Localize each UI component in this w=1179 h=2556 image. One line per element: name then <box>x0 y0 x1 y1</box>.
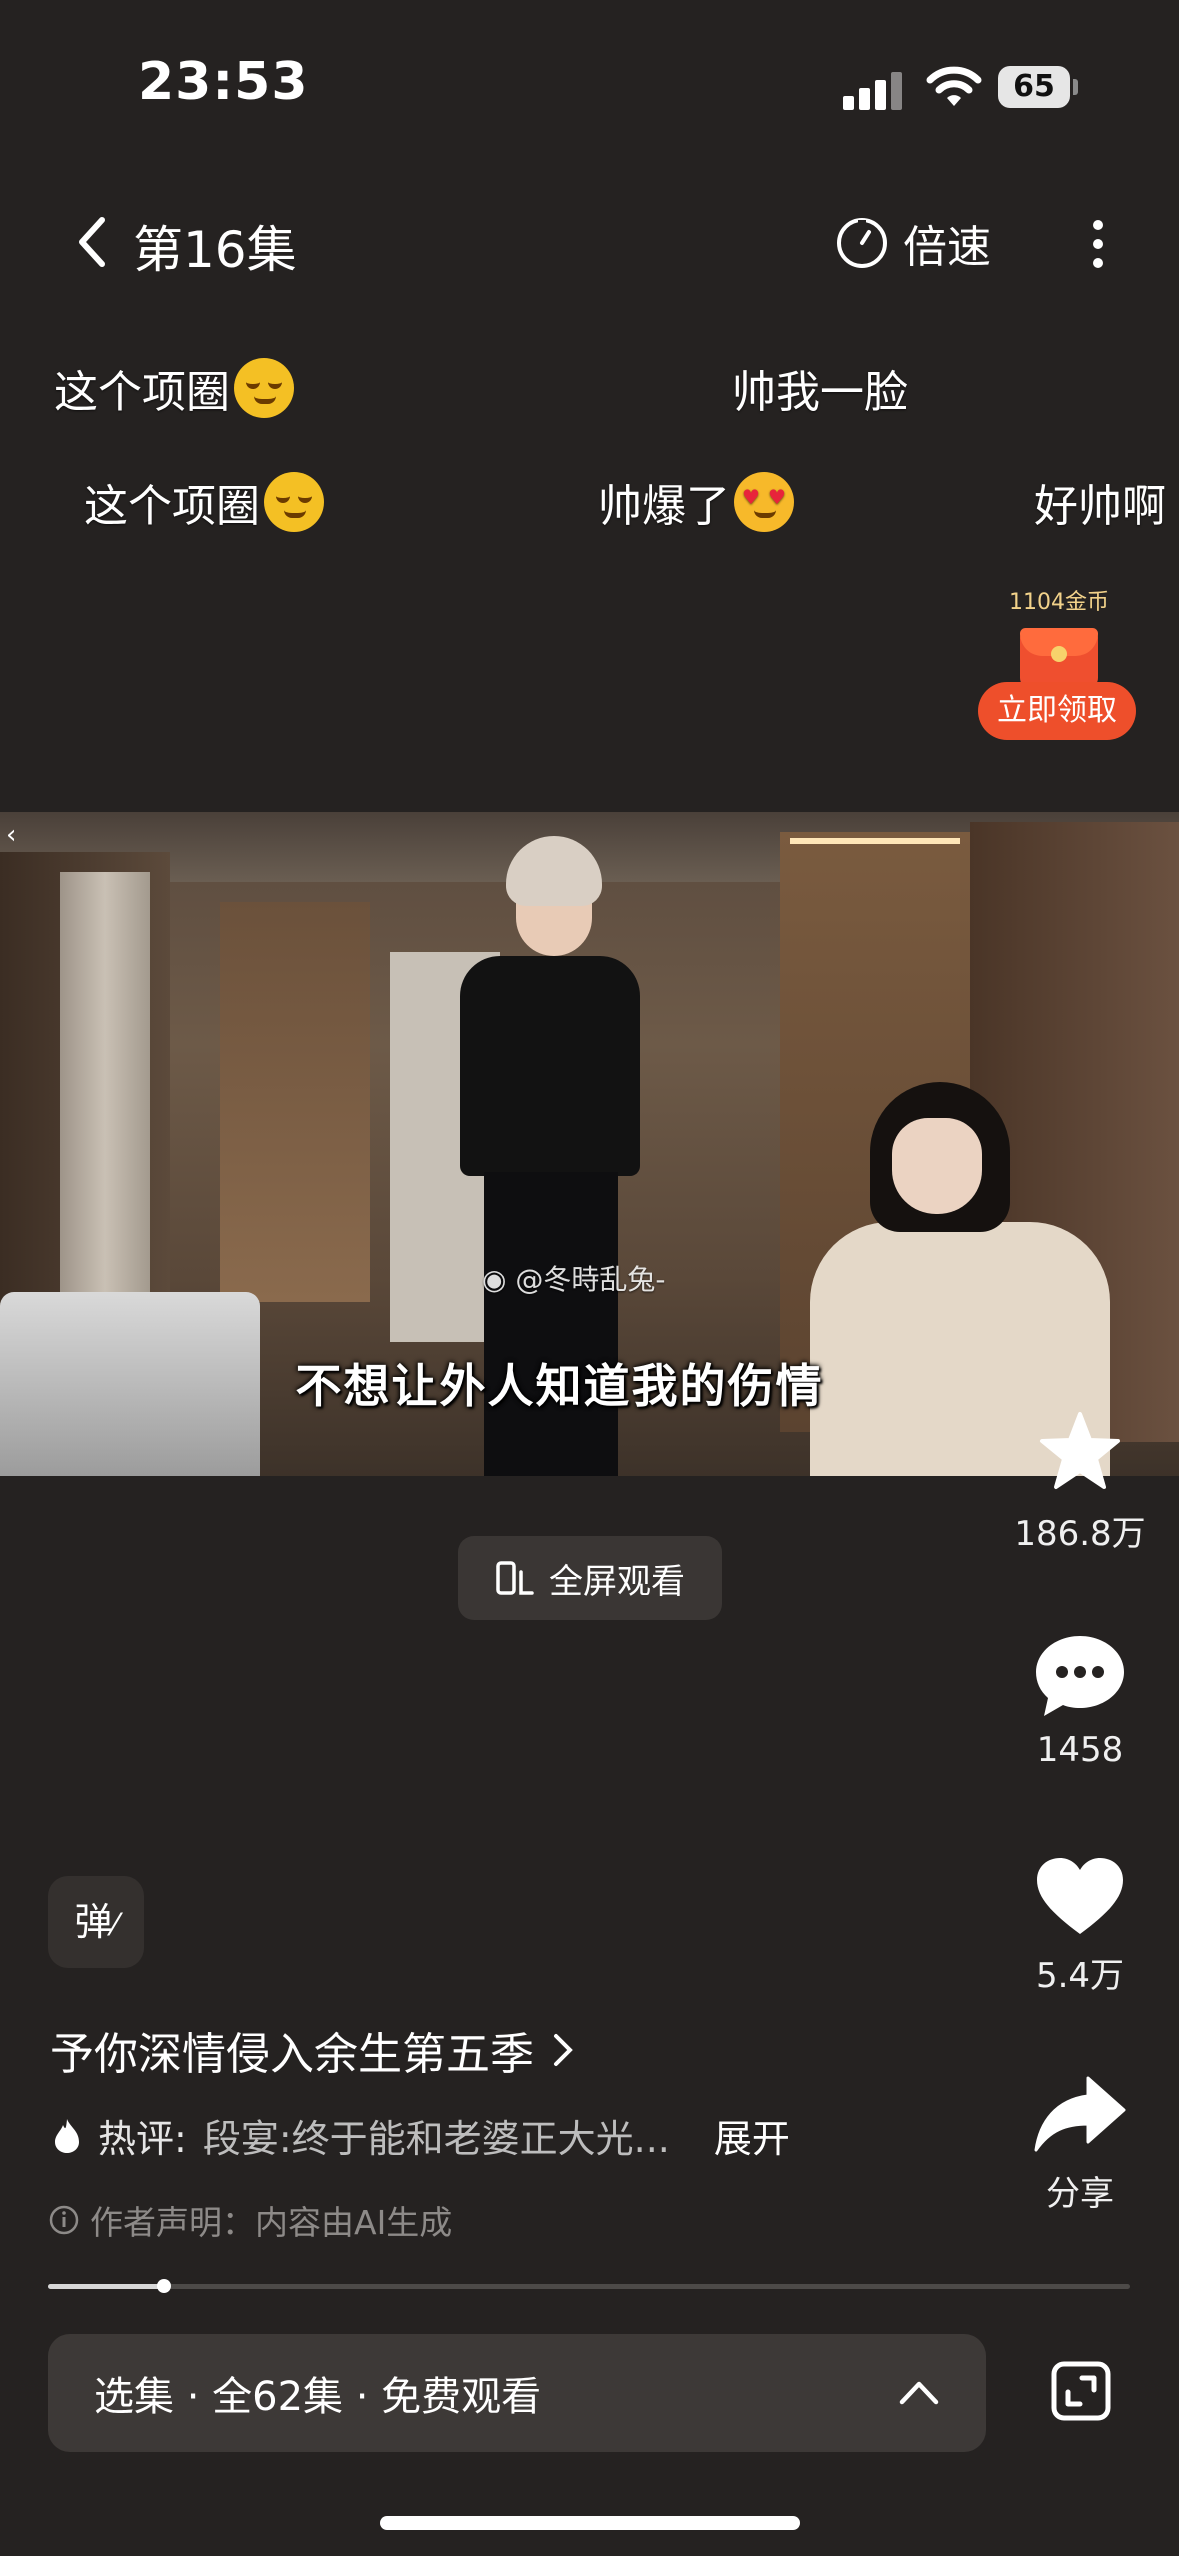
picture-in-picture-icon <box>1051 2361 1111 2421</box>
back-icon[interactable] <box>72 214 112 270</box>
cellular-signal-icon <box>843 70 905 110</box>
episode-title: 第16集 <box>133 221 297 279</box>
chevron-up-icon <box>899 2381 939 2405</box>
video-subtitle: 不想让外人知道我的伤情 <box>295 1359 824 1413</box>
more-options-icon[interactable] <box>1080 214 1116 274</box>
wifi-icon <box>925 62 983 110</box>
share-label: 分享 <box>1046 2174 1114 2214</box>
weibo-icon: ◉ <box>482 1263 507 1296</box>
red-envelope-icon <box>1020 628 1098 688</box>
battery-level: 65 <box>998 66 1070 108</box>
fullscreen-button[interactable]: 全屏观看 <box>458 1536 722 1620</box>
reward-coins: 1104金币 <box>1009 590 1109 615</box>
video-watermark: ◉ @冬時乱兔- <box>482 1263 666 1296</box>
coin-reward-widget[interactable]: 1104金币 立即领取 <box>978 584 1140 744</box>
ai-disclosure-text: 作者声明：内容由AI生成 <box>90 2203 453 2242</box>
sly-smile-emoji-icon <box>264 472 324 532</box>
share-button[interactable]: 分享 <box>1000 2074 1160 2215</box>
like-button[interactable]: 5.4万 <box>1000 1854 1160 1997</box>
favorite-button[interactable]: 186.8万 <box>1000 1408 1160 1555</box>
danmaku-comment: 帅我一脸 <box>732 367 908 418</box>
comment-button[interactable]: 1458 <box>1000 1632 1160 1770</box>
hot-comment-text: 段宴:终于能和老婆正大光... <box>202 2117 670 2161</box>
heart-eyes-emoji-icon: ♥ ♥ <box>734 472 794 532</box>
hot-comment-line[interactable]: 热评: 段宴:终于能和老婆正大光... 展开 <box>52 2108 790 2163</box>
comment-count: 1458 <box>1036 1730 1124 1770</box>
status-time: 23:53 <box>138 52 309 112</box>
picture-in-picture-button[interactable] <box>1048 2358 1114 2424</box>
episode-selector-label: 选集 · 全62集 · 免费观看 <box>94 2374 542 2420</box>
hot-comment-label: 热评: <box>98 2117 187 2161</box>
ai-disclosure: 作者声明：内容由AI生成 <box>48 2196 452 2244</box>
episode-selector[interactable]: 选集 · 全62集 · 免费观看 <box>48 2334 986 2452</box>
progress-fill <box>48 2284 164 2289</box>
danmaku-comment: 这个项圈 <box>54 356 294 420</box>
video-player[interactable]: ‹ ◉ @冬時乱兔- 不想让外人知道我的伤情 <box>0 812 1179 1476</box>
show-title: 予你深情侵入余生第五季 <box>50 2029 534 2080</box>
claim-reward-button[interactable]: 立即领取 <box>978 682 1136 740</box>
rotate-fullscreen-icon <box>496 1561 534 1595</box>
danmaku-toggle-button[interactable]: 弹⁄ <box>48 1876 144 1968</box>
playback-progress-bar[interactable] <box>48 2279 1130 2293</box>
info-icon <box>49 2205 79 2235</box>
battery-icon: 65 <box>998 66 1078 108</box>
heart-icon <box>1037 1858 1123 1934</box>
progress-scrubber[interactable] <box>156 2279 171 2293</box>
chevron-right-icon <box>554 2034 573 2066</box>
timer-icon <box>837 218 887 268</box>
playback-speed-label: 倍速 <box>903 222 991 273</box>
favorite-count: 186.8万 <box>1014 1514 1146 1554</box>
playback-speed-button[interactable]: 倍速 <box>835 213 991 273</box>
star-icon <box>1040 1412 1120 1489</box>
danmaku-comment: 这个项圈 <box>84 470 324 534</box>
sly-smile-emoji-icon <box>234 358 294 418</box>
fullscreen-label: 全屏观看 <box>549 1561 685 1602</box>
like-count: 5.4万 <box>1035 1956 1125 1996</box>
danmaku-comment: 帅爆了 ♥ ♥ <box>598 470 794 534</box>
danmaku-off-slash-icon: ⁄ <box>112 1908 118 1943</box>
share-arrow-icon <box>1034 2076 1126 2152</box>
expand-button[interactable]: 展开 <box>714 2108 790 2163</box>
comment-bubble-icon <box>1036 1636 1124 1716</box>
show-title-link[interactable]: 予你深情侵入余生第五季 <box>50 2018 574 2082</box>
chevron-left-icon: ‹ <box>6 820 17 850</box>
home-indicator[interactable] <box>380 2516 800 2530</box>
danmaku-comment: 好帅啊 <box>1034 481 1166 532</box>
flame-icon <box>55 2118 79 2153</box>
